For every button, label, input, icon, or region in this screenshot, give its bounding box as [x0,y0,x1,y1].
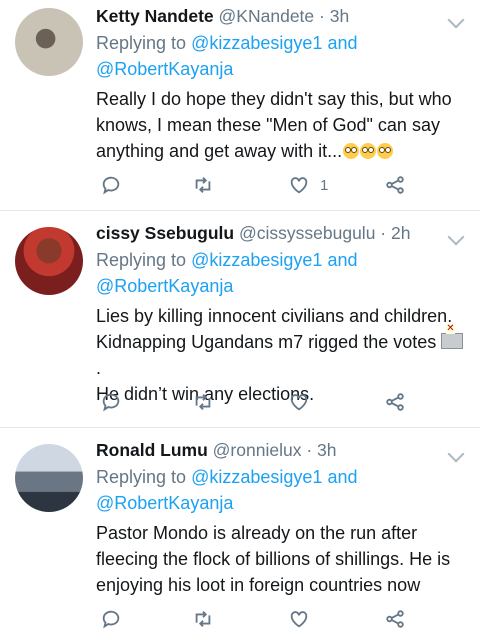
retweet-button[interactable] [192,604,214,634]
retweet-button[interactable] [192,387,214,417]
mention-link[interactable]: @kizzabesigye1 [191,467,322,487]
share-button[interactable] [384,387,406,417]
replying-to: Replying to @kizzabesigye1 and @RobertKa… [96,33,358,79]
retweet-icon [195,394,211,410]
tweet-actions [96,387,480,417]
retweet-icon [195,611,211,627]
share-button[interactable] [384,604,406,634]
replying-to: Replying to @kizzabesigye1 and @RobertKa… [96,250,358,296]
reply-button[interactable] [100,170,122,200]
author-handle[interactable]: @KNandete [219,6,315,26]
rolling-eyes-emoji-icon [377,143,394,159]
reply-button[interactable] [100,604,122,634]
avatar[interactable] [15,227,83,295]
mention-link[interactable]: @RobertKayanja [96,276,233,296]
mention-link[interactable]: @RobertKayanja [96,493,233,513]
share-icon [386,610,404,628]
like-icon [290,394,308,411]
retweet-button[interactable] [192,170,214,200]
like-count: 1 [320,176,329,194]
tweet-actions [96,604,480,634]
like-icon [290,611,308,628]
rolling-eyes-emoji-icon [360,143,377,159]
tweet-text: Really I do hope they didn't say this, b… [96,89,452,161]
reply-icon [102,393,120,412]
author-name[interactable]: Ronald Lumu [96,440,208,460]
avatar[interactable] [15,8,83,76]
tweet[interactable]: Ronald Lumu @ronnielux · 3h Replying to … [0,428,480,644]
timestamp[interactable]: · 3h [319,6,349,26]
timestamp[interactable]: · 2h [380,223,410,243]
like-button[interactable]: 1 [288,170,328,200]
like-icon [290,177,308,194]
mention-link[interactable]: @kizzabesigye1 [191,250,322,270]
tweet[interactable]: Ketty Nandete @KNandete · 3h Replying to… [0,0,480,211]
author-handle[interactable]: @cissyssebugulu [239,223,375,243]
share-icon [386,176,404,194]
reply-button[interactable] [100,387,122,417]
like-button[interactable] [288,604,310,634]
timestamp[interactable]: · 3h [306,440,336,460]
mention-link[interactable]: @RobertKayanja [96,59,233,79]
tweet-text: Pastor Mondo is already on the run after… [96,523,451,595]
retweet-icon [195,177,211,193]
tweet[interactable]: cissy Ssebugulu @cissyssebugulu · 2h Rep… [0,211,480,428]
author-handle[interactable]: @ronnielux [213,440,302,460]
mention-link[interactable]: @kizzabesigye1 [191,33,322,53]
ballot-box-icon [441,324,464,349]
share-icon [386,393,404,411]
avatar[interactable] [15,444,83,512]
like-button[interactable] [288,387,310,417]
reply-icon [102,610,120,629]
reply-icon [102,176,120,195]
share-button[interactable] [384,170,406,200]
tweet-actions: 1 [96,170,480,200]
rolling-eyes-emoji-icon [343,143,360,159]
author-name[interactable]: cissy Ssebugulu [96,223,234,243]
replying-to: Replying to @kizzabesigye1 and @RobertKa… [96,467,358,513]
author-name[interactable]: Ketty Nandete [96,6,214,26]
